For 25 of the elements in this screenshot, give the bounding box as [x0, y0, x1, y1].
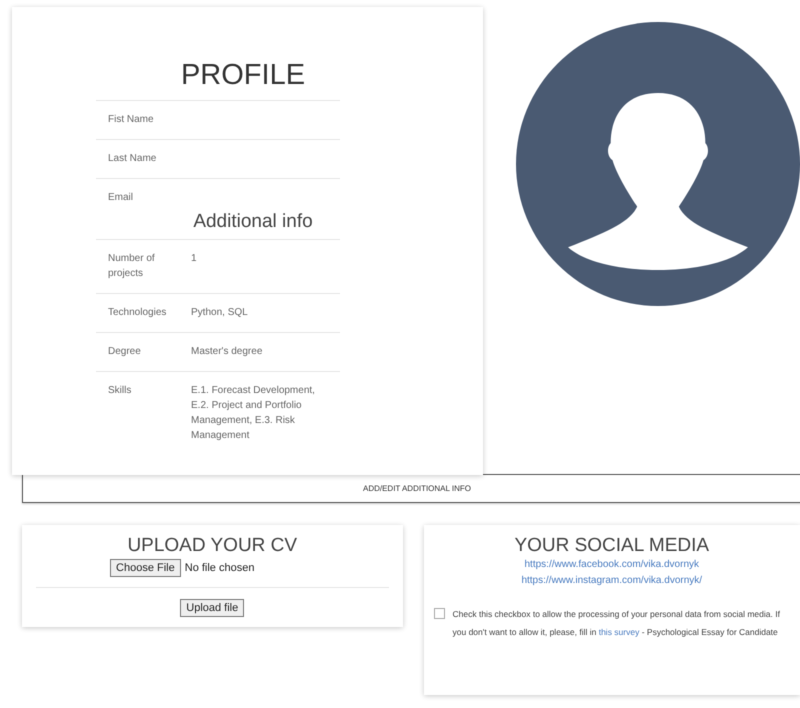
social-title: YOUR SOCIAL MEDIA — [513, 535, 710, 557]
field-value: 1 — [191, 252, 197, 266]
field-label: Email — [108, 191, 134, 205]
upload-title: UPLOAD YOUR CV — [126, 535, 298, 557]
avatar-icon — [516, 22, 800, 306]
consent-checkbox[interactable] — [434, 608, 445, 619]
field-value: E.1. Forecast Development, E.2. Project and Portfolio Management, E.3. Risk Management — [191, 384, 316, 443]
social-link[interactable]: https://www.facebook.com/vika.dvornyk — [434, 557, 790, 573]
field-value: Master's degree — [191, 345, 262, 359]
field-label: Number of projects — [108, 252, 156, 281]
field-label: Technologies — [108, 306, 168, 320]
field-label: Skills — [108, 384, 132, 398]
file-status: No file chosen — [184, 562, 254, 574]
field-value: Python, SQL — [191, 306, 248, 320]
choose-file-button[interactable]: Choose File — [110, 559, 181, 577]
consent-text: Check this checkbox to allow the processing of your personal data from social media. If you don't want to allow it, please, fill in this survey - Psychological Essay for Candidate — [452, 608, 781, 639]
section-title: Additional info — [96, 211, 340, 240]
add-edit-button[interactable]: ADD/EDIT ADDITIONAL INFO — [22, 474, 800, 503]
profile-title: PROFILE — [96, 59, 340, 101]
field-label: Last Name — [108, 152, 158, 166]
field-label: Degree — [108, 345, 142, 359]
upload-button[interactable]: Upload file — [180, 599, 244, 617]
field-label: Fist Name — [108, 113, 155, 127]
social-link[interactable]: https://www.instagram.com/vika.dvornyk/ — [434, 573, 790, 589]
survey-link[interactable]: this survey — [598, 627, 640, 637]
